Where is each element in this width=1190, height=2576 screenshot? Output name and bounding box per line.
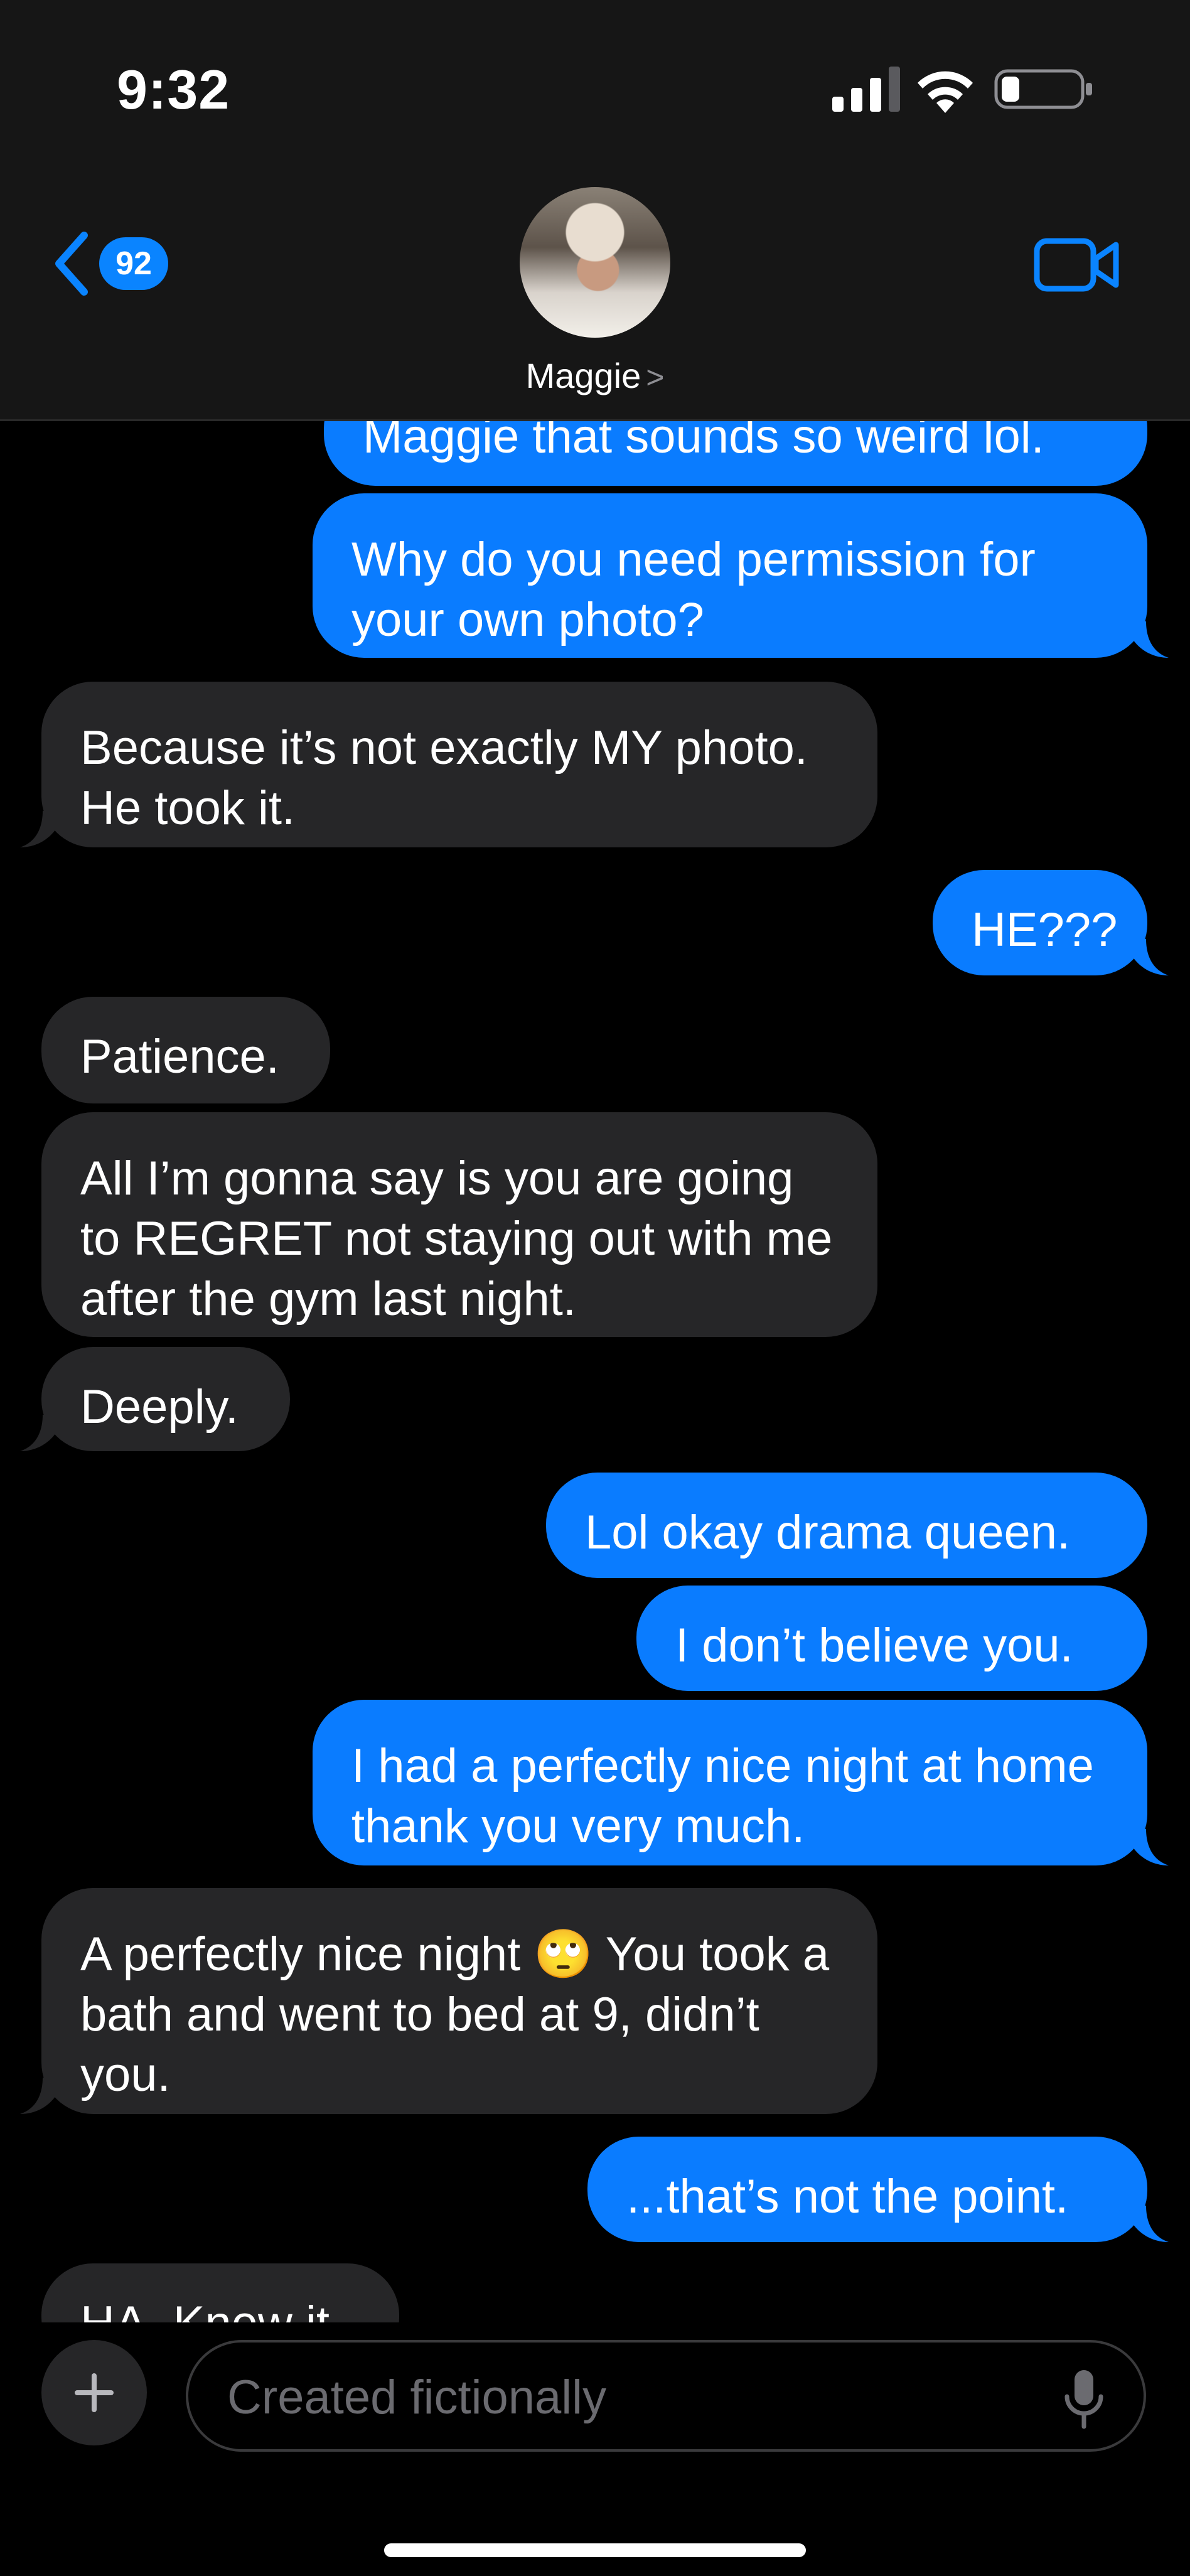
message-bubble-incoming[interactable]: Because it’s not exactly MY photo. He to… xyxy=(20,682,877,847)
message-text: Why do you need permission for your own … xyxy=(351,533,1036,647)
bubble-tail xyxy=(20,2078,64,2114)
message-text: ...that’s not the point. xyxy=(626,2170,1069,2223)
message-text: Lol okay drama queen. xyxy=(585,1506,1071,1559)
microphone-icon[interactable] xyxy=(1062,2368,1106,2430)
bubble-tail xyxy=(20,1415,64,1451)
message-text: I don’t believe you. xyxy=(675,1619,1073,1672)
message-input[interactable] xyxy=(226,2365,1044,2429)
contact-name-button[interactable]: Maggie > xyxy=(0,355,1190,396)
wifi-icon xyxy=(918,71,973,113)
message-bubble-outgoing[interactable]: Lol okay drama queen. xyxy=(546,1473,1147,1578)
message-text: All I’m gonna say is you are going to RE… xyxy=(80,1152,833,1326)
message-bubble-incoming[interactable]: A perfectly nice night 🙄 You took a bath… xyxy=(20,1888,877,2114)
composer-bar xyxy=(0,2322,1190,2576)
message-bubble-incoming[interactable]: Deeply. xyxy=(20,1347,290,1451)
message-text: Deeply. xyxy=(80,1380,239,1434)
unread-count-badge: 92 xyxy=(99,237,168,290)
message-text: HE??? xyxy=(972,903,1118,957)
add-attachment-button[interactable] xyxy=(41,2340,147,2445)
bubble-tail xyxy=(1125,2206,1169,2242)
video-call-icon[interactable] xyxy=(1033,233,1121,296)
status-icons xyxy=(832,60,1096,117)
back-button[interactable]: 92 xyxy=(50,226,176,301)
message-text: Patience. xyxy=(80,1030,279,1083)
message-bubble-incoming[interactable]: Patience. xyxy=(41,997,330,1103)
bubble-tail xyxy=(1125,1829,1169,1865)
status-time: 9:32 xyxy=(117,58,230,121)
messages-screen: Maggie that sounds so weird lol. Why do … xyxy=(0,0,1190,2576)
bubble-tail xyxy=(20,811,64,847)
contact-avatar[interactable] xyxy=(520,187,670,338)
message-text: Because it’s not exactly MY photo. He to… xyxy=(80,721,808,835)
back-chevron-icon xyxy=(55,232,88,296)
bubble-tail xyxy=(1125,621,1169,658)
message-bubble-outgoing[interactable]: I had a perfectly nice night at home tha… xyxy=(313,1700,1169,1865)
message-bubble-outgoing[interactable]: Why do you need permission for your own … xyxy=(313,493,1169,658)
chevron-right-icon: > xyxy=(646,360,665,395)
message-text: I had a perfectly nice night at home tha… xyxy=(351,1739,1094,1853)
contact-name: Maggie xyxy=(525,356,641,395)
battery-icon xyxy=(994,69,1092,109)
signal-icon xyxy=(832,67,900,112)
plus-icon xyxy=(75,2373,114,2412)
home-indicator[interactable] xyxy=(384,2543,806,2557)
conversation-header: 9:32 92 Maggie > xyxy=(0,0,1190,421)
message-bubble-outgoing[interactable]: ...that’s not the point. xyxy=(587,2137,1169,2242)
message-text: A perfectly nice night 🙄 You took a bath… xyxy=(80,1928,830,2101)
message-input-field[interactable] xyxy=(186,2340,1146,2452)
message-bubble-outgoing[interactable]: I don’t believe you. xyxy=(636,1586,1147,1691)
message-bubble-incoming[interactable]: All I’m gonna say is you are going to RE… xyxy=(41,1112,877,1337)
bubble-tail xyxy=(1125,939,1169,975)
message-bubble-outgoing[interactable]: HE??? xyxy=(933,870,1169,975)
